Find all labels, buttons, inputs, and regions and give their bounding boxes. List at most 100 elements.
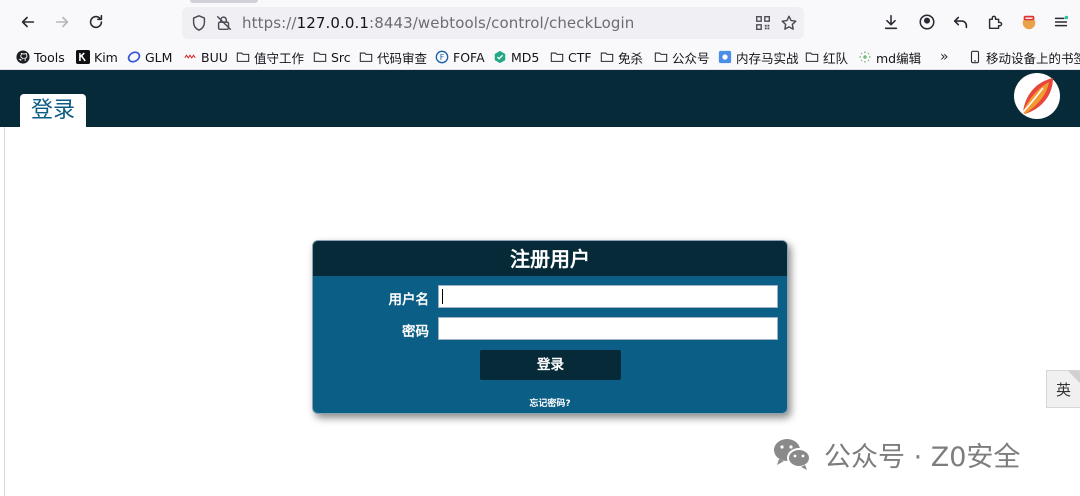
bookmark-fofa[interactable]: F FOFA [435,47,485,67]
bookmarks-overflow-chevron-icon[interactable]: » [940,49,948,65]
bookmark-label: 内存马实战 [736,50,799,66]
bookmark-folder[interactable]: 公众号 [654,47,710,67]
sparkle-icon [858,50,872,64]
bookmark-label: Src [331,49,351,65]
page-divider [4,127,5,496]
bookmark-md-editor[interactable]: md编辑 [858,47,921,67]
bookmark-md5[interactable]: MD5 [493,47,539,67]
extensions-button[interactable] [984,11,1006,33]
bookmark-label: 公众号 [672,50,710,66]
bookmark-buu[interactable]: BUU [183,47,228,67]
bookmark-glm[interactable]: GLM [127,47,172,67]
bookmark-kim[interactable]: Kim [76,47,118,67]
bookmark-label: GLM [145,49,173,65]
arrow-left-icon [21,16,35,28]
mobile-device-icon [968,50,982,64]
form-title: 注册用户 [313,241,787,276]
bookmark-folder[interactable]: 代码审查 [359,47,427,67]
folder-icon [359,50,373,64]
watermark: 公众号 · Z0安全 [772,434,1020,474]
watermark-text: 公众号 · Z0安全 [824,441,1021,473]
bookmark-label: 代码审查 [377,50,428,66]
ofbiz-logo-icon [1014,73,1060,119]
folder-icon [550,50,564,64]
glm-icon [127,50,141,64]
active-tab-indicator [190,0,258,3]
md5-icon [493,50,507,64]
extension-fox-icon [1022,15,1036,30]
text-cursor [442,289,443,304]
page-content: 登录 注册用户 用户名 密码 登录 忘记密码? 英 公众号 · Z0安全 [0,70,1080,496]
shield-icon[interactable] [190,14,208,32]
hamburger-menu-icon [1054,15,1069,27]
back-button[interactable] [14,8,42,36]
bookmark-label: 红队 [823,50,849,66]
buu-icon [183,50,197,64]
reload-icon [89,14,103,29]
account-button[interactable] [916,11,938,33]
puzzle-icon [988,15,1003,30]
page-icon [718,50,732,64]
bookmark-label: md编辑 [876,50,922,66]
insecure-lock-icon[interactable] [215,14,233,32]
bookmark-label: FOFA [453,49,485,65]
app-menu-button[interactable] [1050,11,1072,33]
folder-icon [654,50,668,64]
account-icon [919,14,935,30]
bookmark-folder[interactable]: CTF [550,47,592,67]
bookmark-star-icon[interactable] [780,14,798,32]
browser-window: https://127.0.0.1:8443/webtools/control/… [0,0,1080,496]
wechat-icon [774,439,811,470]
password-input[interactable] [438,317,778,340]
language-toggle-label: 英 [1055,381,1071,399]
url-text[interactable]: https://127.0.0.1:8443/webtools/control/… [242,7,634,39]
bookmark-folder[interactable]: 红队 [805,47,848,67]
corner-fold [1068,371,1080,383]
extension-badge-button[interactable] [1018,11,1040,33]
password-label: 密码 [402,324,429,340]
bookmark-page[interactable]: 内存马实战 [718,47,799,67]
reload-button[interactable] [82,8,110,36]
bookmark-label: Tools [34,49,65,65]
tab-login[interactable]: 登录 [20,94,86,127]
url-path: :8443/webtools/control/checkLogin [369,14,635,32]
qr-code-icon[interactable] [754,14,772,32]
bookmark-label: 免杀 [618,50,644,66]
mobile-bookmarks-label: 移动设备上的书签 [986,50,1080,66]
folder-icon [600,50,614,64]
bookmark-label: CTF [568,49,592,65]
bookmark-tools[interactable]: Tools [16,47,65,67]
username-label: 用户名 [388,292,430,308]
fofa-icon: F [435,50,449,64]
downloads-button[interactable] [880,11,902,33]
forgot-password-link[interactable]: 忘记密码? [313,396,787,409]
folder-icon [313,50,327,64]
github-icon [16,50,30,64]
undo-button[interactable] [950,11,972,33]
arrow-right-icon [55,16,69,28]
folder-icon [236,50,250,64]
undo-icon [953,16,968,29]
url-scheme: https:// [242,14,297,32]
browser-toolbar: https://127.0.0.1:8443/webtools/control/… [0,0,1080,44]
username-input[interactable] [438,285,778,308]
bookmark-folder[interactable]: 免杀 [600,47,643,67]
download-icon [884,14,898,30]
mobile-bookmarks[interactable]: 移动设备上的书签 [968,47,1080,67]
bookmarks-toolbar: Tools Kim GLM BUU 值守工作 Src 代码审查 F FOFA M… [0,44,1080,70]
svg-text:F: F [440,53,445,62]
login-form: 注册用户 用户名 密码 登录 忘记密码? [312,240,788,414]
forward-button[interactable] [48,8,76,36]
login-button[interactable]: 登录 [480,350,621,380]
bookmark-label: 值守工作 [254,50,305,66]
app-header: 登录 [0,70,1080,127]
bookmark-label: BUU [201,49,228,65]
bookmark-label: MD5 [511,49,540,65]
bookmark-label: Kim [94,49,118,65]
url-bar[interactable]: https://127.0.0.1:8443/webtools/control/… [182,7,804,39]
folder-icon [805,50,819,64]
kimi-icon [76,50,90,64]
language-toggle[interactable]: 英 [1046,370,1080,408]
bookmark-folder[interactable]: 值守工作 [236,47,304,67]
bookmark-folder[interactable]: Src [313,47,351,67]
